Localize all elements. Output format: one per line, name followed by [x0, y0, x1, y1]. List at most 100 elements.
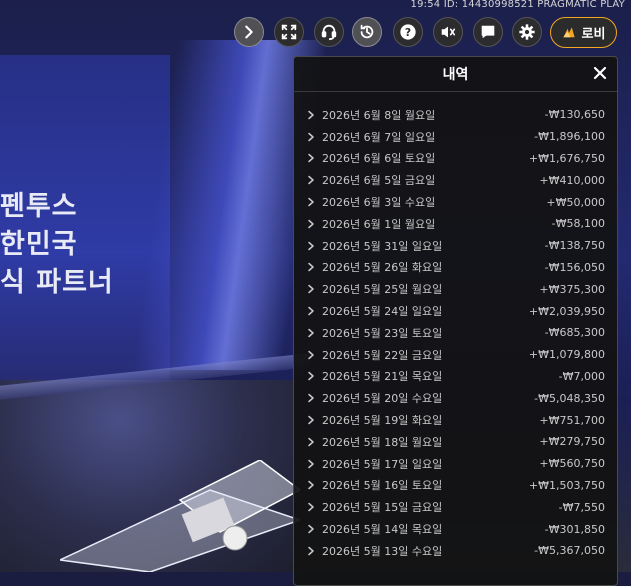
- help-icon: ?: [400, 24, 416, 40]
- svg-text:?: ?: [405, 26, 411, 39]
- lobby-icon: [562, 26, 575, 37]
- sound-button[interactable]: [433, 17, 463, 47]
- settings-button[interactable]: [512, 17, 542, 47]
- history-date: 2026년 5월 23일 토요일: [322, 326, 443, 340]
- chevron-right-icon: [308, 132, 314, 141]
- history-row[interactable]: 2026년 5월 25일 월요일 +₩375,300: [306, 278, 605, 300]
- history-panel-header: 내역: [294, 57, 617, 92]
- history-amount: +₩1,503,750: [528, 478, 605, 492]
- history-date: 2026년 5월 24일 일요일: [322, 305, 443, 319]
- history-date: 2026년 6월 5일 금요일: [322, 174, 436, 188]
- history-date: 2026년 5월 31일 일요일: [322, 239, 443, 253]
- history-row[interactable]: 2026년 5월 20일 수요일 -₩5,048,350: [306, 387, 605, 409]
- history-panel: 내역 2026년 6월 8일 월요일 -₩130,650 2026년 6월 7일 일…: [293, 56, 618, 586]
- history-row[interactable]: 2026년 5월 16일 토요일 +₩1,503,750: [306, 475, 605, 497]
- history-date: 2026년 6월 7일 일요일: [322, 130, 436, 144]
- headset-icon: [321, 24, 337, 41]
- chevron-right-icon: [308, 285, 314, 294]
- history-amount: +₩375,300: [539, 282, 605, 296]
- history-amount: -₩5,048,350: [534, 391, 605, 405]
- history-date: 2026년 6월 8일 월요일: [322, 108, 436, 122]
- history-amount: +₩751,700: [539, 413, 605, 427]
- history-amount: -₩685,300: [544, 326, 605, 340]
- history-date: 2026년 5월 18일 월요일: [322, 435, 443, 449]
- history-amount: +₩410,000: [539, 173, 605, 187]
- promo-text: 펜투스 한민국 식 파트너: [0, 188, 114, 302]
- lobby-label: 로비: [581, 27, 606, 42]
- promo-line: 식 파트너: [0, 267, 114, 298]
- history-amount: +₩2,039,950: [528, 304, 605, 318]
- history-amount: -₩7,000: [558, 369, 605, 383]
- chevron-right-icon: [308, 437, 314, 447]
- chevron-right-icon: [308, 502, 314, 512]
- session-info: 19:54 ID: 14430998521 PRAGMATIC PLAY: [410, 0, 625, 10]
- history-row[interactable]: 2026년 6월 1일 월요일 -₩58,100: [306, 213, 605, 235]
- fullscreen-button[interactable]: [274, 17, 304, 47]
- history-row[interactable]: 2026년 5월 31일 일요일 -₩138,750: [306, 235, 605, 257]
- close-icon[interactable]: [592, 65, 608, 81]
- history-row[interactable]: 2026년 5월 22일 금요일 +₩1,079,800: [306, 344, 605, 366]
- history-amount: +₩1,079,800: [528, 348, 605, 362]
- history-amount: +₩50,000: [546, 195, 605, 209]
- history-date: 2026년 5월 20일 수요일: [322, 392, 443, 406]
- history-date: 2026년 6월 3일 수요일: [322, 196, 436, 210]
- history-row[interactable]: 2026년 5월 14일 목요일 -₩301,850: [306, 518, 605, 540]
- gear-icon: [519, 24, 535, 40]
- lobby-button[interactable]: 로비: [550, 17, 617, 48]
- history-amount: -₩1,896,100: [534, 130, 605, 144]
- support-button[interactable]: [314, 17, 344, 47]
- history-date: 2026년 5월 13일 수요일: [322, 544, 443, 558]
- history-date: 2026년 6월 1일 월요일: [322, 217, 436, 231]
- history-amount: -₩301,850: [544, 522, 605, 536]
- history-amount: -₩5,367,050: [534, 544, 605, 558]
- history-row[interactable]: 2026년 5월 26일 화요일 -₩156,050: [306, 257, 605, 279]
- mute-icon: [441, 26, 456, 38]
- chevron-right-icon: [308, 219, 314, 229]
- history-amount: -₩130,650: [544, 108, 605, 122]
- chevron-right-icon: [308, 546, 314, 556]
- history-row[interactable]: 2026년 5월 24일 일요일 +₩2,039,950: [306, 300, 605, 322]
- chevron-right-icon: [308, 306, 314, 316]
- chat-icon: [481, 25, 495, 39]
- history-date: 2026년 5월 16일 토요일: [322, 479, 443, 493]
- chevron-right-icon: [308, 176, 314, 185]
- help-button[interactable]: ?: [393, 17, 423, 47]
- chevron-right-icon: [308, 459, 314, 468]
- history-date: 2026년 5월 21일 목요일: [322, 370, 443, 384]
- chevron-right-icon: [308, 197, 314, 207]
- history-date: 2026년 5월 15일 금요일: [322, 501, 443, 515]
- history-list: 2026년 6월 8일 월요일 -₩130,650 2026년 6월 7일 일요일 -…: [306, 104, 605, 562]
- chevron-right-icon: [308, 328, 314, 338]
- chevron-right-icon: [308, 372, 314, 381]
- history-row[interactable]: 2026년 6월 8일 월요일 -₩130,650: [306, 104, 605, 126]
- history-date: 2026년 5월 26일 화요일: [322, 261, 443, 275]
- chat-button[interactable]: [473, 17, 503, 47]
- history-row[interactable]: 2026년 5월 21일 목요일 -₩7,000: [306, 366, 605, 388]
- history-row[interactable]: 2026년 6월 3일 수요일 +₩50,000: [306, 191, 605, 213]
- fullscreen-icon: [281, 24, 297, 40]
- chevron-right-icon: [245, 25, 253, 39]
- history-row[interactable]: 2026년 5월 17일 일요일 +₩560,750: [306, 453, 605, 475]
- history-row[interactable]: 2026년 5월 13일 수요일 -₩5,367,050: [306, 540, 605, 562]
- history-date: 2026년 6월 6일 토요일: [322, 152, 436, 166]
- history-row[interactable]: 2026년 6월 6일 토요일 +₩1,676,750: [306, 148, 605, 170]
- history-amount: -₩58,100: [551, 217, 605, 231]
- history-row[interactable]: 2026년 6월 5일 금요일 +₩410,000: [306, 169, 605, 191]
- history-row[interactable]: 2026년 5월 23일 토요일 -₩685,300: [306, 322, 605, 344]
- chevron-right-icon: [308, 394, 314, 403]
- history-row[interactable]: 2026년 5월 18일 월요일 +₩279,750: [306, 431, 605, 453]
- history-date: 2026년 5월 19일 화요일: [322, 414, 443, 428]
- collapse-toolbar-button[interactable]: [234, 17, 264, 47]
- chevron-right-icon: [308, 524, 314, 534]
- history-button[interactable]: [352, 17, 382, 47]
- chevron-right-icon: [308, 481, 314, 490]
- history-amount: +₩1,676,750: [528, 151, 605, 165]
- chevron-right-icon: [308, 154, 314, 163]
- history-date: 2026년 5월 14일 목요일: [322, 523, 443, 537]
- history-row[interactable]: 2026년 5월 19일 화요일 +₩751,700: [306, 409, 605, 431]
- history-title: 내역: [442, 67, 469, 83]
- history-amount: -₩156,050: [544, 260, 605, 274]
- history-row[interactable]: 2026년 5월 15일 금요일 -₩7,550: [306, 496, 605, 518]
- promo-line: 펜투스: [0, 191, 78, 222]
- history-row[interactable]: 2026년 6월 7일 일요일 -₩1,896,100: [306, 126, 605, 148]
